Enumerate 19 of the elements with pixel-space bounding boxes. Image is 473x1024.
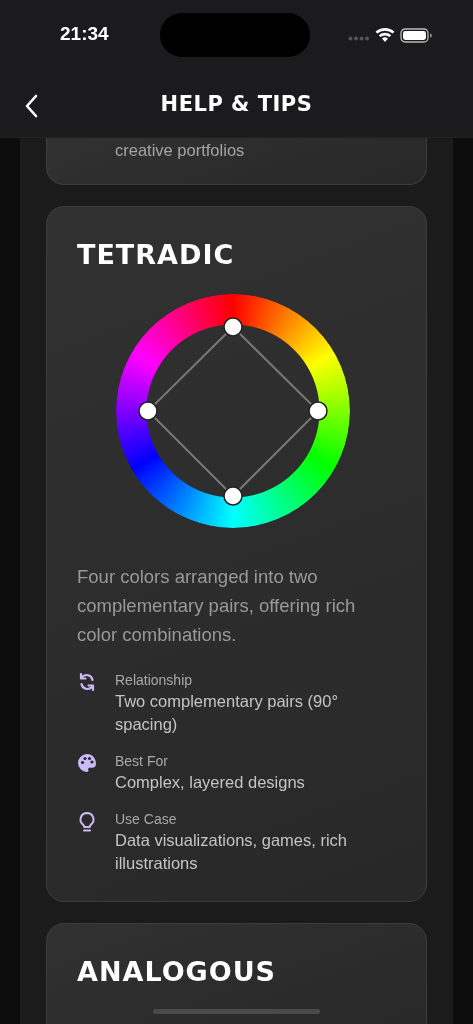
detail-label: Use Case [115,810,178,828]
lightbulb-icon [77,811,97,833]
palette-icon [77,753,97,773]
battery-icon [400,27,433,43]
card-title: ANALOGOUS [77,958,278,985]
card-title: TETRADIC [77,241,236,268]
back-icon [24,94,38,118]
detail-value: creative portfolios [115,140,246,161]
detail-value: Data visualizations, games, rich illustrations [115,830,348,874]
signal-icon [348,35,370,41]
detail-label: Relationship [115,671,194,689]
detail-value: Complex, layered designs [115,772,305,793]
refresh-icon [77,672,97,692]
detail-label: Best For [115,752,169,770]
page-title: HELP & TIPS [160,91,313,116]
wifi-icon [375,27,395,43]
status-time: 21:34 [60,23,109,46]
detail-value: Two complementary pairs (90° spacing) [115,691,340,735]
card-description: Four colors arranged into two complementary pairs, offering rich color combinations. [77,565,357,647]
